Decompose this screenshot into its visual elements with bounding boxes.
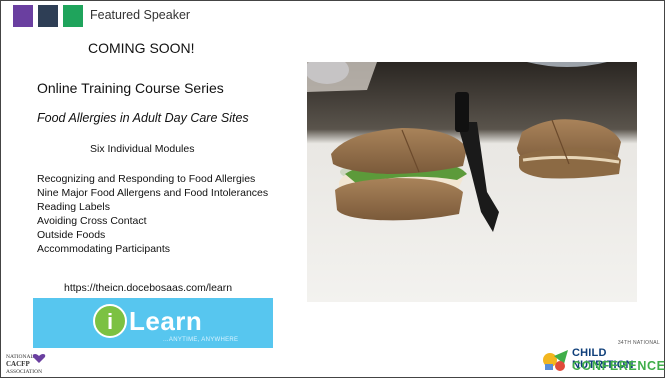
slide-header: Featured Speaker: [0, 0, 667, 30]
course-title: Food Allergies in Adult Day Care Sites: [37, 111, 249, 125]
series-title: Online Training Course Series: [37, 80, 224, 96]
child-nutrition-conference-logo: 34TH NATIONAL CHILD NUTRITION CONFERENCE: [540, 338, 665, 376]
ilearn-logo[interactable]: i Learn ...ANYTIME, ANYWHERE: [33, 298, 273, 348]
module-item: Accommodating Participants: [37, 243, 171, 255]
accent-square-green: [63, 5, 83, 27]
conference-name-line2: CONFERENCE: [572, 359, 666, 373]
coming-soon-heading: COMING SOON!: [88, 40, 195, 56]
cacfp-line3: ASSOCIATION: [6, 369, 43, 375]
module-item: Reading Labels: [37, 201, 110, 213]
conference-food-icon: [543, 350, 568, 371]
sandwich-photo: [307, 62, 637, 302]
cacfp-line2: CACFP: [6, 360, 30, 368]
featured-speaker-label: Featured Speaker: [90, 8, 191, 22]
modules-list: Recognizing and Responding to Food Aller…: [37, 172, 268, 256]
ilearn-tagline: ...ANYTIME, ANYWHERE: [163, 337, 239, 343]
module-item: Recognizing and Responding to Food Aller…: [37, 173, 256, 185]
cacfp-heart-icon: [32, 354, 46, 363]
ilearn-letter: i: [106, 309, 114, 334]
conference-edition: 34TH NATIONAL: [617, 340, 660, 346]
ilearn-wordmark: Learn: [129, 306, 203, 336]
module-item: Nine Major Food Allergens and Food Intol…: [37, 187, 269, 199]
ilearn-i-icon: i: [93, 304, 127, 338]
national-cacfp-association-logo: NATIONAL CACFP ASSOCIATION: [6, 354, 66, 376]
sandwich-photo-illustration: [307, 62, 637, 302]
modules-heading: Six Individual Modules: [90, 143, 195, 155]
module-item: Outside Foods: [37, 229, 106, 241]
accent-square-navy: [38, 5, 58, 27]
module-item: Avoiding Cross Contact: [37, 215, 147, 227]
course-url-link[interactable]: https://theicn.docebosaas.com/learn: [64, 282, 232, 294]
accent-square-purple: [13, 5, 33, 27]
